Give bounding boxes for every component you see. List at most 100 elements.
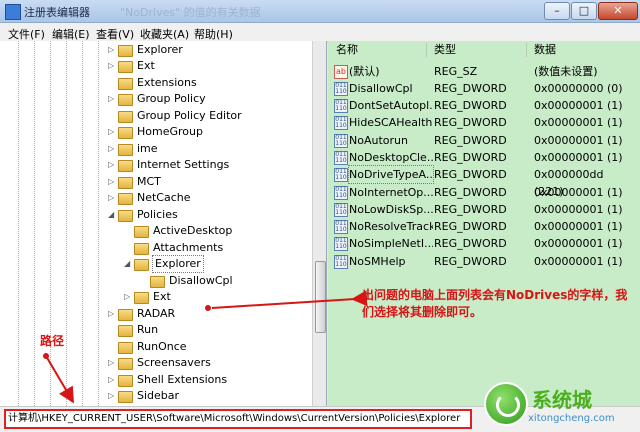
tree-node-label: Run <box>137 323 159 336</box>
value-name: HideSCAHealth <box>349 116 433 129</box>
tree-node[interactable]: ▷ ime <box>108 141 158 157</box>
tree-node[interactable]: ActiveDesktop <box>124 223 232 239</box>
folder-icon <box>118 375 133 387</box>
title-bar: 注册表编辑器 "NoDrives" 的值的有关数据 – □ ✕ <box>0 0 640 23</box>
tree-node[interactable]: DisallowCpl <box>140 273 233 289</box>
dword-value-icon: 011 110 <box>334 255 348 269</box>
tree-scrollbar[interactable] <box>312 41 326 406</box>
expand-arrow-icon[interactable]: ▷ <box>108 190 116 206</box>
tree-node-label: Internet Settings <box>137 158 230 171</box>
annotation-path-label: 路径 <box>40 334 65 348</box>
registry-key-tree[interactable]: ▷ Explorer ▷ Ext Extensions ▷ Group Policy … <box>0 41 327 406</box>
menu-view[interactable]: 查看(V) <box>96 26 134 42</box>
tree-node-label: Group Policy Editor <box>137 109 242 122</box>
tree-node[interactable]: ▷ Internet Settings <box>108 157 229 173</box>
value-data: 0x00000001 (1) <box>534 255 623 268</box>
column-header-data[interactable]: 数据 <box>534 41 556 59</box>
tree-node[interactable]: ▷ Screensavers <box>108 355 211 371</box>
column-header-type[interactable]: 类型 <box>434 41 456 59</box>
maximize-button[interactable]: □ <box>571 2 597 20</box>
tree-scrollbar-thumb[interactable] <box>315 261 326 333</box>
dword-value-icon: 011 110 <box>334 220 348 234</box>
tree-node[interactable]: ▷ NetCache <box>108 190 191 206</box>
site-watermark: 系统城 xitongcheng.com <box>478 378 638 430</box>
expand-arrow-icon[interactable]: ▷ <box>108 124 116 140</box>
tree-node-explorer-selected[interactable]: ◢ Explorer <box>124 255 204 273</box>
value-row[interactable]: 011 110 HideSCAHealth REG_DWORD 0x00000001 (… <box>334 114 634 131</box>
collapse-arrow-icon[interactable]: ◢ <box>108 207 116 223</box>
window-title: 注册表编辑器 <box>24 6 90 19</box>
value-row[interactable]: 011 110 NoInternetOp... REG_DWORD 0x00000001… <box>334 184 634 201</box>
tree-guide-line <box>18 41 19 406</box>
value-type: REG_DWORD <box>434 255 507 268</box>
tree-node[interactable]: ▷ Ext <box>108 58 155 74</box>
menu-edit[interactable]: 编辑(E) <box>52 26 90 42</box>
tree-node-label: Attachments <box>153 241 224 254</box>
value-row[interactable]: 011 110 DontSetAutopl... REG_DWORD 0x0000000… <box>334 97 634 114</box>
expand-arrow-icon[interactable]: ▷ <box>124 289 132 305</box>
value-name: DontSetAutopl... <box>349 99 433 112</box>
tree-node[interactable]: Run <box>108 322 158 338</box>
menu-favorites[interactable]: 收藏夹(A) <box>140 26 189 42</box>
collapse-arrow-icon[interactable]: ◢ <box>124 256 132 272</box>
expand-arrow-icon[interactable]: ▷ <box>108 42 116 58</box>
tree-node-label: Screensavers <box>137 356 211 369</box>
value-row[interactable]: 011 110 NoResolveTrack REG_DWORD 0x00000001 … <box>334 218 634 235</box>
expand-arrow-icon[interactable]: ▷ <box>108 58 116 74</box>
tree-node-label: RunOnce <box>137 340 187 353</box>
tree-node[interactable]: ▷ Shell Extensions <box>108 372 227 388</box>
expand-arrow-icon[interactable]: ▷ <box>108 174 116 190</box>
value-data: 0x00000001 (1) <box>534 186 623 199</box>
tree-node[interactable]: ▷ Explorer <box>108 42 183 58</box>
value-type: REG_DWORD <box>434 237 507 250</box>
value-name: NoLowDiskSp... <box>349 203 433 216</box>
value-type: REG_SZ <box>434 65 478 78</box>
tree-node[interactable]: RunOnce <box>108 339 187 355</box>
minimize-button[interactable]: – <box>544 2 570 20</box>
folder-icon <box>118 61 133 73</box>
tree-node[interactable]: Extensions <box>108 75 197 91</box>
expand-arrow-icon[interactable]: ▷ <box>108 372 116 388</box>
annotation-note: 出问题的电脑上面列表会有NoDrives的字样，我们选择将其删除即可。 <box>362 288 628 319</box>
column-header-name[interactable]: 名称 <box>336 41 358 59</box>
tree-node[interactable]: ▷ MCT <box>108 174 161 190</box>
folder-icon <box>118 309 133 321</box>
registry-values-list[interactable]: 名称 类型 数据 ab (默认) REG_SZ (数值未设置) 011 110 Disal… <box>328 41 640 406</box>
tree-node[interactable]: ▷ Group Policy <box>108 91 206 107</box>
expand-arrow-icon[interactable]: ▷ <box>108 306 116 322</box>
expand-arrow-icon[interactable]: ▷ <box>108 157 116 173</box>
column-divider[interactable] <box>426 43 427 57</box>
expand-arrow-icon[interactable]: ▷ <box>108 91 116 107</box>
tree-node[interactable]: Attachments <box>124 240 223 256</box>
value-row[interactable]: 011 110 NoSMHelp REG_DWORD 0x00000001 (1) <box>334 253 634 270</box>
folder-icon <box>118 45 133 57</box>
menu-help[interactable]: 帮助(H) <box>194 26 233 42</box>
expand-arrow-icon[interactable]: ▷ <box>108 388 116 404</box>
column-divider[interactable] <box>526 43 527 57</box>
value-data: 0x00000001 (1) <box>534 151 623 164</box>
value-row-focused[interactable]: 011 110 NoDriveTypeA... REG_DWORD 0x000000dd… <box>334 165 634 198</box>
tree-node[interactable]: ▷ Sidebar <box>108 388 179 404</box>
expand-arrow-icon[interactable]: ▷ <box>108 141 116 157</box>
tree-node-policies[interactable]: ◢ Policies <box>108 207 178 223</box>
dword-value-icon: 011 110 <box>334 237 348 251</box>
value-row[interactable]: 011 110 NoSimpleNetI... REG_DWORD 0x00000001… <box>334 235 634 252</box>
value-type: REG_DWORD <box>434 203 507 216</box>
close-button[interactable]: ✕ <box>598 2 638 20</box>
dword-value-icon: 011 110 <box>334 203 348 217</box>
tree-node[interactable]: Group Policy Editor <box>108 108 242 124</box>
tree-node-label: Ext <box>137 59 155 72</box>
tree-node[interactable]: ▷ RADAR <box>108 306 175 322</box>
value-row[interactable]: ab (默认) REG_SZ (数值未设置) <box>334 63 634 80</box>
regedit-app-icon <box>5 4 21 20</box>
value-row[interactable]: 011 110 DisallowCpl REG_DWORD 0x00000000 (0) <box>334 80 634 97</box>
folder-icon <box>118 111 133 123</box>
value-row[interactable]: 011 110 NoAutorun REG_DWORD 0x00000001 (1) <box>334 132 634 149</box>
value-row[interactable]: 011 110 NoDesktopCle... REG_DWORD 0x00000001… <box>334 149 634 166</box>
tree-node[interactable]: ▷ Ext <box>124 289 171 305</box>
tree-node[interactable]: ▷ HomeGroup <box>108 124 203 140</box>
watermark-logo-icon <box>484 382 528 426</box>
expand-arrow-icon[interactable]: ▷ <box>108 355 116 371</box>
value-row[interactable]: 011 110 NoLowDiskSp... REG_DWORD 0x00000001 … <box>334 201 634 218</box>
menu-file[interactable]: 文件(F) <box>8 26 45 42</box>
